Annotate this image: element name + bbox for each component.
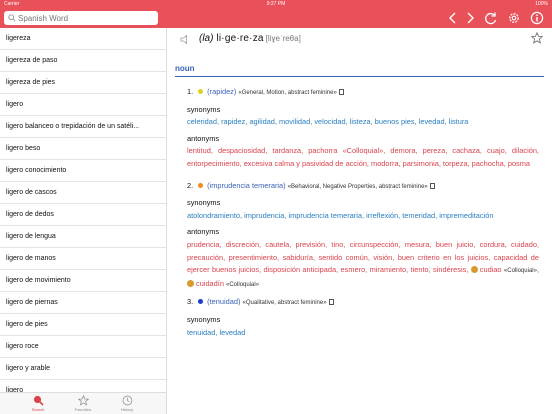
- list-item[interactable]: ligero de lengua: [0, 226, 166, 248]
- sense-dot-icon: [198, 89, 204, 94]
- copy-box-icon[interactable]: [338, 89, 344, 95]
- synonyms-label: synonyms: [187, 104, 221, 114]
- sense-header: 1. (rapidez) «General, Motion, abstract f…: [187, 86, 539, 100]
- tab-history-label: History: [120, 407, 134, 412]
- search-input[interactable]: [18, 13, 154, 23]
- tab-favorites[interactable]: Favorites: [63, 395, 103, 412]
- colloquial-note: «Colloquial»: [226, 281, 260, 288]
- antonym-extra[interactable]: cuidadín: [196, 279, 224, 288]
- colloquial-emoji-icon: [187, 279, 194, 287]
- synonyms-label: synonyms: [187, 198, 221, 208]
- sense-gloss[interactable]: (tenuidad): [207, 297, 240, 306]
- list-item[interactable]: ligero conocimiento: [0, 160, 166, 182]
- synonyms-text[interactable]: tenuidad, levedad: [187, 327, 539, 340]
- speaker-icon[interactable]: [180, 34, 191, 45]
- colloquial-note: «Colloquial»: [503, 268, 537, 275]
- list-item[interactable]: ligero: [0, 380, 166, 392]
- clock: 9:27 PM: [266, 1, 286, 7]
- settings-button[interactable]: [507, 11, 521, 25]
- clock-tab-icon: [122, 395, 132, 406]
- tab-bar: Search Favorites History: [0, 392, 166, 414]
- pos-underline: [175, 76, 544, 77]
- copy-box-icon[interactable]: [429, 182, 435, 189]
- search-icon: [8, 14, 16, 22]
- sense-dot-icon: [198, 182, 204, 188]
- list-item[interactable]: ligero roce: [0, 336, 166, 358]
- sense: 2. (imprudencia temeraria) «Behavioral, N…: [187, 180, 539, 292]
- headword-article: (la): [199, 33, 214, 44]
- search-field[interactable]: [4, 11, 158, 25]
- synonyms-text[interactable]: atolondramiento, imprudencia, imprudenci…: [187, 210, 539, 223]
- search-tab-icon: [33, 395, 44, 406]
- list-item[interactable]: ligero beso: [0, 138, 166, 160]
- sense-meta: «Behavioral, Negative Properties, abstra…: [287, 183, 428, 190]
- antonyms-block[interactable]: prudencia, discreción, cautela, previsió…: [187, 239, 539, 291]
- synonyms-text[interactable]: celeridad, rapidez, agilidad, movilidad,…: [187, 116, 539, 129]
- back-button[interactable]: [446, 11, 460, 25]
- sense-gloss[interactable]: (imprudencia temeraria): [207, 181, 285, 190]
- sense-meta: «General, Motion, abstract feminine»: [238, 90, 337, 96]
- sense-number: 2.: [187, 180, 194, 190]
- list-item[interactable]: ligereza: [0, 28, 166, 50]
- sense-header: 2. (imprudencia temeraria) «Behavioral, N…: [187, 180, 539, 194]
- copy-box-icon[interactable]: [328, 299, 334, 306]
- tab-favorites-label: Favorites: [74, 407, 92, 412]
- list-item[interactable]: ligero y arable: [0, 358, 166, 380]
- info-button[interactable]: [530, 11, 544, 25]
- antonyms-text[interactable]: lentitud, despaciosidad, tardanza, pacho…: [187, 145, 539, 170]
- top-toolbar: [0, 8, 552, 28]
- list-item[interactable]: ligero de manos: [0, 248, 166, 270]
- sense-dot-icon: [198, 299, 204, 305]
- status-bar: Carrier 9:27 PM 100%: [0, 0, 552, 8]
- star-tab-icon: [77, 395, 89, 406]
- refresh-button[interactable]: [484, 11, 498, 25]
- forward-button[interactable]: [463, 11, 477, 25]
- colloquial-emoji-icon: [470, 266, 478, 274]
- word-list[interactable]: ligereza ligereza de paso ligereza de pies…: [0, 28, 166, 392]
- battery-label: 100%: [535, 1, 548, 7]
- headword-ipa: [liɣeˈreθa]: [265, 34, 301, 43]
- list-item[interactable]: ligereza de pies: [0, 72, 166, 94]
- entry-header: (la) li·ge·re·za [liɣeˈreθa]: [167, 28, 552, 52]
- sense-number: 1.: [187, 87, 194, 96]
- tab-search-label: Search: [31, 407, 45, 412]
- sense-gloss[interactable]: (rapidez): [207, 87, 236, 96]
- antonym-extra[interactable]: cudiao: [480, 265, 502, 274]
- list-item[interactable]: ligero: [0, 94, 166, 116]
- tab-history[interactable]: History: [107, 395, 147, 412]
- list-item[interactable]: ligero de dedos: [0, 204, 166, 226]
- list-item[interactable]: ligero de movimiento: [0, 270, 166, 292]
- list-item[interactable]: ligero de pies: [0, 314, 166, 336]
- sense-number: 3.: [187, 297, 194, 307]
- antonyms-label: antonyms: [187, 133, 220, 143]
- list-item[interactable]: ligereza de paso: [0, 50, 166, 72]
- sense-header: 3. (tenuidad) «Qualitative, abstract femi…: [187, 296, 539, 310]
- headword: (la) li·ge·re·za [liɣeˈreθa]: [199, 33, 301, 44]
- list-item[interactable]: ligero de piernas: [0, 292, 166, 314]
- list-item[interactable]: ligero balanceo o trepidación de un saté…: [0, 116, 166, 138]
- part-of-speech: noun: [175, 64, 195, 73]
- tab-search[interactable]: Search: [18, 395, 58, 412]
- favorite-star-icon[interactable]: [531, 32, 543, 44]
- sense-meta: «Qualitative, abstract feminine»: [242, 300, 327, 307]
- sense: 3. (tenuidad) «Qualitative, abstract femi…: [187, 296, 539, 339]
- antonyms-label: antonyms: [187, 227, 220, 237]
- senses-list: 1. (rapidez) «General, Motion, abstract f…: [187, 86, 539, 339]
- synonyms-label: synonyms: [187, 314, 221, 324]
- headword-text: li·ge·re·za: [216, 33, 264, 44]
- entry-panel: (la) li·ge·re·za [liɣeˈreθa] noun 1. (rapid…: [167, 28, 552, 414]
- sense: 1. (rapidez) «General, Motion, abstract f…: [187, 86, 539, 171]
- list-item[interactable]: ligero de cascos: [0, 182, 166, 204]
